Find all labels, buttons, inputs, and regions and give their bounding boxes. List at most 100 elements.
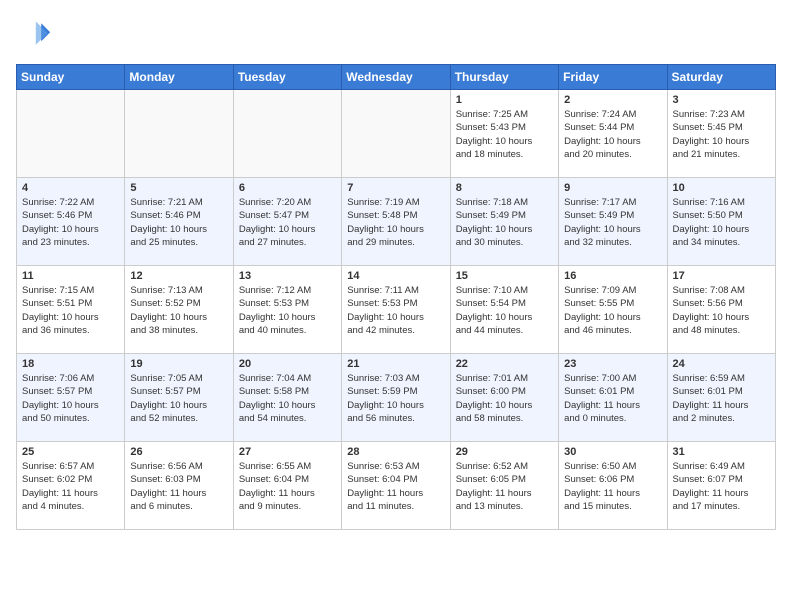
day-info: Sunrise: 6:56 AMSunset: 6:03 PMDaylight:…: [130, 460, 227, 513]
calendar-cell: 30 Sunrise: 6:50 AMSunset: 6:06 PMDayligh…: [559, 442, 667, 530]
week-row-2: 4Sunrise: 7:22 AMSunset: 5:46 PMDaylight…: [17, 178, 776, 266]
calendar-cell: 1 Sunrise: 7:25 AMSunset: 5:43 PMDaylight…: [450, 90, 558, 178]
calendar-cell: [125, 90, 233, 178]
calendar-cell: 25 Sunrise: 6:57 AMSunset: 6:02 PMDayligh…: [17, 442, 125, 530]
day-info: Sunrise: 7:18 AMSunset: 5:49 PMDaylight:…: [456, 196, 553, 249]
calendar-cell: 28 Sunrise: 6:53 AMSunset: 6:04 PMDayligh…: [342, 442, 450, 530]
day-info: Sunrise: 6:59 AMSunset: 6:01 PMDaylight:…: [673, 372, 770, 425]
day-number: 13: [239, 270, 336, 282]
day-number: 2: [564, 94, 661, 106]
calendar-cell: 17 Sunrise: 7:08 AMSunset: 5:56 PMDayligh…: [667, 266, 775, 354]
calendar-cell: 20 Sunrise: 7:04 AMSunset: 5:58 PMDayligh…: [233, 354, 341, 442]
calendar-cell: 5 Sunrise: 7:21 AMSunset: 5:46 PMDaylight…: [125, 178, 233, 266]
day-info: Sunrise: 7:04 AMSunset: 5:58 PMDaylight:…: [239, 372, 336, 425]
calendar-cell: 27Sunrise: 6:55 AMSunset: 6:04 PMDayligh…: [233, 442, 341, 530]
day-number: 12: [130, 270, 227, 282]
day-info: Sunrise: 7:21 AMSunset: 5:46 PMDaylight:…: [130, 196, 227, 249]
day-info: Sunrise: 7:12 AMSunset: 5:53 PMDaylight:…: [239, 284, 336, 337]
day-header-wednesday: Wednesday: [342, 65, 450, 90]
calendar-cell: 29 Sunrise: 6:52 AMSunset: 6:05 PMDayligh…: [450, 442, 558, 530]
day-number: 29: [456, 446, 553, 458]
day-number: 16: [564, 270, 661, 282]
day-info: Sunrise: 7:05 AMSunset: 5:57 PMDaylight:…: [130, 372, 227, 425]
calendar-cell: 6 Sunrise: 7:20 AMSunset: 5:47 PMDaylight…: [233, 178, 341, 266]
day-info: Sunrise: 6:52 AMSunset: 6:05 PMDaylight:…: [456, 460, 553, 513]
day-number: 9: [564, 182, 661, 194]
calendar-cell: 23 Sunrise: 7:00 AMSunset: 6:01 PMDayligh…: [559, 354, 667, 442]
day-number: 6: [239, 182, 336, 194]
day-number: 17: [673, 270, 770, 282]
calendar-cell: 13 Sunrise: 7:12 AMSunset: 5:53 PMDayligh…: [233, 266, 341, 354]
calendar-cell: 24 Sunrise: 6:59 AMSunset: 6:01 PMDayligh…: [667, 354, 775, 442]
day-number: 5: [130, 182, 227, 194]
day-number: 31: [673, 446, 770, 458]
day-info: Sunrise: 7:13 AMSunset: 5:52 PMDaylight:…: [130, 284, 227, 337]
day-info: Sunrise: 7:00 AMSunset: 6:01 PMDaylight:…: [564, 372, 661, 425]
day-header-sunday: Sunday: [17, 65, 125, 90]
day-info: Sunrise: 7:17 AMSunset: 5:49 PMDaylight:…: [564, 196, 661, 249]
day-number: 7: [347, 182, 444, 194]
calendar-cell: 4Sunrise: 7:22 AMSunset: 5:46 PMDaylight…: [17, 178, 125, 266]
calendar-cell: 3 Sunrise: 7:23 AMSunset: 5:45 PMDaylight…: [667, 90, 775, 178]
day-header-tuesday: Tuesday: [233, 65, 341, 90]
day-info: Sunrise: 7:10 AMSunset: 5:54 PMDaylight:…: [456, 284, 553, 337]
day-header-saturday: Saturday: [667, 65, 775, 90]
week-row-4: 18Sunrise: 7:06 AMSunset: 5:57 PMDayligh…: [17, 354, 776, 442]
day-number: 28: [347, 446, 444, 458]
week-row-3: 11 Sunrise: 7:15 AMSunset: 5:51 PMDayligh…: [17, 266, 776, 354]
day-info: Sunrise: 6:55 AMSunset: 6:04 PMDaylight:…: [239, 460, 336, 513]
calendar-cell: 18Sunrise: 7:06 AMSunset: 5:57 PMDayligh…: [17, 354, 125, 442]
day-header-friday: Friday: [559, 65, 667, 90]
calendar-cell: 10 Sunrise: 7:16 AMSunset: 5:50 PMDayligh…: [667, 178, 775, 266]
calendar-cell: 31 Sunrise: 6:49 AMSunset: 6:07 PMDayligh…: [667, 442, 775, 530]
day-number: 1: [456, 94, 553, 106]
calendar-cell: 7 Sunrise: 7:19 AMSunset: 5:48 PMDaylight…: [342, 178, 450, 266]
calendar-cell: 11 Sunrise: 7:15 AMSunset: 5:51 PMDayligh…: [17, 266, 125, 354]
day-info: Sunrise: 6:57 AMSunset: 6:02 PMDaylight:…: [22, 460, 119, 513]
day-number: 30: [564, 446, 661, 458]
day-number: 8: [456, 182, 553, 194]
day-number: 23: [564, 358, 661, 370]
day-number: 3: [673, 94, 770, 106]
calendar-cell: 14 Sunrise: 7:11 AMSunset: 5:53 PMDayligh…: [342, 266, 450, 354]
day-info: Sunrise: 7:08 AMSunset: 5:56 PMDaylight:…: [673, 284, 770, 337]
day-info: Sunrise: 7:15 AMSunset: 5:51 PMDaylight:…: [22, 284, 119, 337]
day-header-thursday: Thursday: [450, 65, 558, 90]
day-header-monday: Monday: [125, 65, 233, 90]
day-info: Sunrise: 7:09 AMSunset: 5:55 PMDaylight:…: [564, 284, 661, 337]
calendar-cell: 12 Sunrise: 7:13 AMSunset: 5:52 PMDayligh…: [125, 266, 233, 354]
day-number: 4: [22, 182, 119, 194]
day-info: Sunrise: 7:25 AMSunset: 5:43 PMDaylight:…: [456, 108, 553, 161]
calendar-cell: [342, 90, 450, 178]
day-info: Sunrise: 6:49 AMSunset: 6:07 PMDaylight:…: [673, 460, 770, 513]
day-number: 25: [22, 446, 119, 458]
calendar-cell: 19 Sunrise: 7:05 AMSunset: 5:57 PMDayligh…: [125, 354, 233, 442]
day-number: 11: [22, 270, 119, 282]
calendar-cell: 8 Sunrise: 7:18 AMSunset: 5:49 PMDaylight…: [450, 178, 558, 266]
day-info: Sunrise: 7:20 AMSunset: 5:47 PMDaylight:…: [239, 196, 336, 249]
day-number: 26: [130, 446, 227, 458]
day-number: 22: [456, 358, 553, 370]
day-info: Sunrise: 7:19 AMSunset: 5:48 PMDaylight:…: [347, 196, 444, 249]
day-info: Sunrise: 6:50 AMSunset: 6:06 PMDaylight:…: [564, 460, 661, 513]
calendar-cell: [233, 90, 341, 178]
header-row: SundayMondayTuesdayWednesdayThursdayFrid…: [17, 65, 776, 90]
calendar-cell: 22 Sunrise: 7:01 AMSunset: 6:00 PMDayligh…: [450, 354, 558, 442]
week-row-1: 1 Sunrise: 7:25 AMSunset: 5:43 PMDaylight…: [17, 90, 776, 178]
day-info: Sunrise: 6:53 AMSunset: 6:04 PMDaylight:…: [347, 460, 444, 513]
day-info: Sunrise: 7:23 AMSunset: 5:45 PMDaylight:…: [673, 108, 770, 161]
page-header: [16, 16, 776, 52]
day-info: Sunrise: 7:11 AMSunset: 5:53 PMDaylight:…: [347, 284, 444, 337]
calendar-table: SundayMondayTuesdayWednesdayThursdayFrid…: [16, 64, 776, 530]
day-number: 24: [673, 358, 770, 370]
day-number: 21: [347, 358, 444, 370]
day-number: 10: [673, 182, 770, 194]
day-number: 14: [347, 270, 444, 282]
day-info: Sunrise: 7:24 AMSunset: 5:44 PMDaylight:…: [564, 108, 661, 161]
day-info: Sunrise: 7:01 AMSunset: 6:00 PMDaylight:…: [456, 372, 553, 425]
day-number: 20: [239, 358, 336, 370]
day-info: Sunrise: 7:03 AMSunset: 5:59 PMDaylight:…: [347, 372, 444, 425]
day-number: 19: [130, 358, 227, 370]
day-info: Sunrise: 7:16 AMSunset: 5:50 PMDaylight:…: [673, 196, 770, 249]
calendar-cell: 2 Sunrise: 7:24 AMSunset: 5:44 PMDaylight…: [559, 90, 667, 178]
